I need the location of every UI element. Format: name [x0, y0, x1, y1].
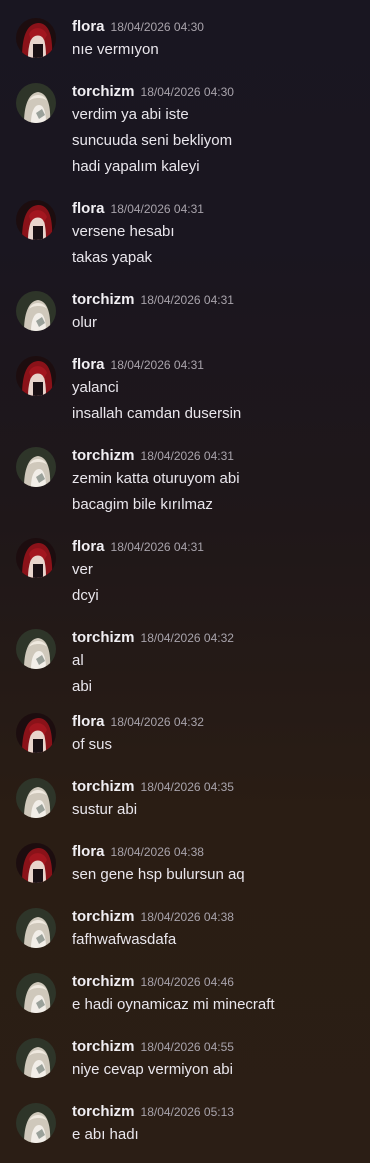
avatar-torchizm-icon	[16, 1038, 56, 1078]
avatar-flora-icon	[16, 538, 56, 578]
message-text: insallah camdan dusersin	[72, 405, 242, 422]
message-header: torchizm 18/04/2026 04:31	[72, 447, 234, 467]
username[interactable]: torchizm	[72, 83, 135, 100]
timestamp: 18/04/2026 04:32	[110, 715, 204, 729]
username[interactable]: flora	[72, 200, 105, 217]
avatar-flora[interactable]	[16, 200, 56, 240]
timestamp: 18/04/2026 04:32	[140, 631, 234, 645]
message-header: torchizm 18/04/2026 04:35	[72, 778, 234, 798]
timestamp: 18/04/2026 04:35	[140, 780, 234, 794]
avatar-torchizm[interactable]	[16, 973, 56, 1013]
message-text: abi	[72, 678, 93, 695]
message-header: flora 18/04/2026 04:32	[72, 713, 204, 733]
message-text: e abı hadı	[72, 1126, 139, 1143]
timestamp: 18/04/2026 05:13	[140, 1105, 234, 1119]
timestamp: 18/04/2026 04:38	[110, 845, 204, 859]
timestamp: 18/04/2026 04:30	[110, 20, 204, 34]
message-text: yalanci	[72, 379, 119, 396]
timestamp: 18/04/2026 04:31	[140, 449, 234, 463]
timestamp: 18/04/2026 04:31	[140, 293, 234, 307]
message-text: sen gene hsp bulursun aq	[72, 866, 245, 883]
message-text: e hadi oynamicaz mi minecraft	[72, 996, 275, 1013]
username[interactable]: flora	[72, 18, 105, 35]
avatar-torchizm[interactable]	[16, 83, 56, 123]
message-text: sustur abi	[72, 801, 138, 818]
message-text: nıe vermıyon	[72, 41, 159, 58]
message-text: fafhwafwasdafa	[72, 931, 177, 948]
timestamp: 18/04/2026 04:31	[110, 540, 204, 554]
username[interactable]: torchizm	[72, 629, 135, 646]
message-header: torchizm 18/04/2026 04:32	[72, 629, 234, 649]
avatar-torchizm[interactable]	[16, 629, 56, 669]
message-header: torchizm 18/04/2026 04:46	[72, 973, 234, 993]
message-text: zemin katta oturuyom abi	[72, 470, 240, 487]
timestamp: 18/04/2026 04:30	[140, 85, 234, 99]
message-header: flora 18/04/2026 04:31	[72, 538, 204, 558]
message-text: verdim ya abi iste	[72, 106, 189, 123]
avatar-torchizm-icon	[16, 908, 56, 948]
timestamp: 18/04/2026 04:31	[110, 202, 204, 216]
message-header: torchizm 18/04/2026 04:31	[72, 291, 234, 311]
message-header: torchizm 18/04/2026 04:55	[72, 1038, 234, 1058]
timestamp: 18/04/2026 04:31	[110, 358, 204, 372]
message-text: niye cevap vermiyon abi	[72, 1061, 233, 1078]
avatar-flora[interactable]	[16, 18, 56, 58]
avatar-flora-icon	[16, 356, 56, 396]
avatar-torchizm-icon	[16, 447, 56, 487]
username[interactable]: torchizm	[72, 973, 135, 990]
avatar-flora-icon	[16, 200, 56, 240]
avatar-flora-icon	[16, 18, 56, 58]
avatar-flora[interactable]	[16, 356, 56, 396]
avatar-torchizm-icon	[16, 1103, 56, 1143]
username[interactable]: flora	[72, 356, 105, 373]
message-text: versene hesabı	[72, 223, 175, 240]
avatar-torchizm[interactable]	[16, 908, 56, 948]
username[interactable]: torchizm	[72, 778, 135, 795]
message-header: flora 18/04/2026 04:38	[72, 843, 204, 863]
avatar-torchizm-icon	[16, 778, 56, 818]
username[interactable]: flora	[72, 713, 105, 730]
avatar-flora[interactable]	[16, 843, 56, 883]
avatar-torchizm[interactable]	[16, 1103, 56, 1143]
avatar-flora[interactable]	[16, 713, 56, 753]
message-text: bacagim bile kırılmaz	[72, 496, 213, 513]
message-header: flora 18/04/2026 04:31	[72, 200, 204, 220]
message-list: flora 18/04/2026 04:30 nıe vermıyon torch…	[0, 0, 370, 1163]
message-header: torchizm 18/04/2026 05:13	[72, 1103, 234, 1123]
timestamp: 18/04/2026 04:38	[140, 910, 234, 924]
message-text: al	[72, 652, 84, 669]
username[interactable]: flora	[72, 538, 105, 555]
message-header: flora 18/04/2026 04:30	[72, 18, 204, 38]
username[interactable]: torchizm	[72, 1103, 135, 1120]
message-header: flora 18/04/2026 04:31	[72, 356, 204, 376]
timestamp: 18/04/2026 04:55	[140, 1040, 234, 1054]
avatar-torchizm-icon	[16, 83, 56, 123]
avatar-torchizm-icon	[16, 629, 56, 669]
avatar-torchizm[interactable]	[16, 1038, 56, 1078]
avatar-flora[interactable]	[16, 538, 56, 578]
avatar-torchizm[interactable]	[16, 778, 56, 818]
message-text: olur	[72, 314, 98, 331]
message-header: torchizm 18/04/2026 04:38	[72, 908, 234, 928]
message-header: torchizm 18/04/2026 04:30	[72, 83, 234, 103]
avatar-torchizm-icon	[16, 973, 56, 1013]
username[interactable]: torchizm	[72, 908, 135, 925]
username[interactable]: torchizm	[72, 1038, 135, 1055]
avatar-flora-icon	[16, 713, 56, 753]
avatar-flora-icon	[16, 843, 56, 883]
avatar-torchizm[interactable]	[16, 447, 56, 487]
username[interactable]: torchizm	[72, 291, 135, 308]
message-text: suncuuda seni bekliyom	[72, 132, 233, 149]
avatar-torchizm[interactable]	[16, 291, 56, 331]
username[interactable]: torchizm	[72, 447, 135, 464]
message-text: ver	[72, 561, 93, 578]
message-text: dcyi	[72, 587, 99, 604]
message-text: of sus	[72, 736, 113, 753]
avatar-torchizm-icon	[16, 291, 56, 331]
username[interactable]: flora	[72, 843, 105, 860]
message-text: takas yapak	[72, 249, 153, 266]
message-text: hadi yapalım kaleyi	[72, 158, 200, 175]
timestamp: 18/04/2026 04:46	[140, 975, 234, 989]
